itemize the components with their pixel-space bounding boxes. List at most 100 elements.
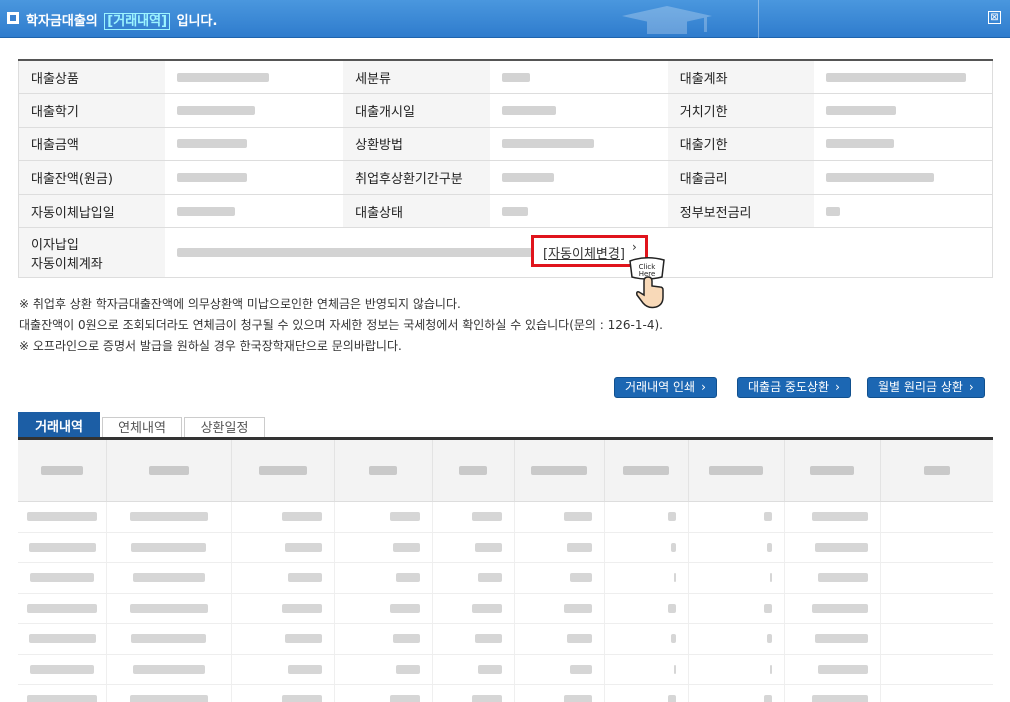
value-repayment-method bbox=[489, 127, 668, 162]
tab-overdue-history[interactable]: 연체내역 bbox=[102, 417, 182, 439]
label-post-employment-period: 취업후상환기간구분 bbox=[343, 160, 490, 195]
table-cell bbox=[432, 563, 514, 593]
table-cell bbox=[880, 533, 993, 563]
table-cell bbox=[231, 624, 334, 654]
table-cell bbox=[604, 594, 688, 624]
table-header-cell bbox=[604, 440, 688, 501]
table-header-cell bbox=[231, 440, 334, 501]
print-history-button[interactable]: 거래내역 인쇄 › bbox=[614, 377, 717, 398]
value-interest-rate bbox=[814, 160, 993, 195]
table-cell bbox=[231, 533, 334, 563]
titlebar-separator bbox=[758, 0, 759, 38]
table-row bbox=[18, 563, 993, 594]
table-cell bbox=[231, 563, 334, 593]
label-loan-amount: 대출금액 bbox=[18, 127, 166, 162]
table-cell bbox=[514, 685, 604, 702]
label-loan-account: 대출계좌 bbox=[667, 60, 815, 95]
table-cell bbox=[784, 594, 880, 624]
table-cell bbox=[432, 502, 514, 532]
table-cell bbox=[880, 624, 993, 654]
label-loan-status: 대출상태 bbox=[343, 194, 490, 229]
table-header-cell bbox=[784, 440, 880, 501]
window-title: 학자금대출의 [거래내역] 입니다. bbox=[26, 10, 217, 30]
label-loan-start-date: 대출개시일 bbox=[343, 93, 490, 128]
prepayment-button[interactable]: 대출금 중도상환 › bbox=[737, 377, 851, 398]
value-loan-start-date bbox=[489, 93, 668, 128]
chevron-right-icon: › bbox=[701, 380, 706, 394]
table-cell bbox=[688, 685, 784, 702]
table-cell bbox=[784, 685, 880, 702]
auto-transfer-change-label: [자동이체변경] bbox=[543, 247, 625, 262]
value-loan-term bbox=[814, 127, 993, 162]
close-icon[interactable]: ⊠ bbox=[988, 11, 1001, 24]
table-header-cell bbox=[688, 440, 784, 501]
window-titlebar: 학자금대출의 [거래내역] 입니다. ⊠ bbox=[0, 0, 1010, 38]
monthly-repayment-label: 월별 원리금 상환 bbox=[878, 380, 963, 394]
note-line: ※ 취업후 상환 학자금대출잔액에 의무상환액 미납으로인한 연체금은 반영되지… bbox=[19, 297, 461, 311]
table-cell bbox=[514, 655, 604, 685]
table-cell bbox=[106, 563, 231, 593]
table-cell bbox=[18, 533, 106, 563]
value-loan-balance bbox=[165, 160, 344, 195]
table-cell bbox=[231, 594, 334, 624]
value-loan-status bbox=[489, 194, 668, 229]
monthly-repayment-button[interactable]: 월별 원리금 상환 › bbox=[867, 377, 985, 398]
table-cell bbox=[106, 624, 231, 654]
chevron-right-icon: › bbox=[835, 380, 840, 394]
table-cell bbox=[784, 655, 880, 685]
transaction-table bbox=[18, 440, 993, 702]
table-cell bbox=[514, 594, 604, 624]
table-header-cell bbox=[880, 440, 993, 501]
table-cell bbox=[334, 655, 432, 685]
table-row bbox=[18, 654, 993, 685]
label-grace-period: 거치기한 bbox=[667, 93, 815, 128]
table-cell bbox=[18, 502, 106, 532]
value-loan-product bbox=[165, 60, 344, 95]
table-cell bbox=[604, 624, 688, 654]
table-cell bbox=[514, 563, 604, 593]
table-cell bbox=[880, 594, 993, 624]
table-cell bbox=[334, 594, 432, 624]
table-cell bbox=[784, 563, 880, 593]
chevron-right-icon: › bbox=[968, 380, 974, 394]
table-row bbox=[18, 532, 993, 563]
table-cell bbox=[18, 685, 106, 702]
table-cell bbox=[514, 624, 604, 654]
value-loan-semester bbox=[165, 93, 344, 128]
table-cell bbox=[604, 685, 688, 702]
label-interest-auto-transfer-account: 이자납입 자동이체계좌 bbox=[18, 227, 166, 279]
table-header-cell bbox=[106, 440, 231, 501]
table-cell bbox=[880, 502, 993, 532]
table-row bbox=[18, 624, 993, 655]
table-cell bbox=[688, 502, 784, 532]
table-cell bbox=[432, 594, 514, 624]
value-government-rate bbox=[814, 194, 993, 229]
table-header-cell bbox=[432, 440, 514, 501]
table-cell bbox=[514, 533, 604, 563]
value-post-employment-period bbox=[489, 160, 668, 195]
loan-info-table: 대출상품 세분류 대출계좌 대출학기 대출개시일 거치기한 대출금액 상환방법 … bbox=[18, 59, 993, 279]
table-cell bbox=[784, 624, 880, 654]
value-loan-amount bbox=[165, 127, 344, 162]
table-cell bbox=[334, 502, 432, 532]
tab-transaction-history[interactable]: 거래내역 bbox=[18, 412, 100, 439]
tab-repayment-schedule[interactable]: 상환일정 bbox=[184, 417, 265, 439]
table-cell bbox=[432, 533, 514, 563]
table-cell bbox=[432, 624, 514, 654]
table-cell bbox=[334, 533, 432, 563]
table-cell bbox=[880, 655, 993, 685]
label-line-1: 이자납입 bbox=[31, 237, 79, 253]
table-cell bbox=[604, 655, 688, 685]
table-cell bbox=[18, 594, 106, 624]
table-header-cell bbox=[334, 440, 432, 501]
table-cell bbox=[334, 563, 432, 593]
table-cell bbox=[18, 624, 106, 654]
label-interest-rate: 대출금리 bbox=[667, 160, 815, 195]
label-auto-transfer-date: 자동이체납입일 bbox=[18, 194, 166, 229]
label-loan-semester: 대출학기 bbox=[18, 93, 166, 128]
table-row bbox=[18, 593, 993, 624]
table-cell bbox=[688, 594, 784, 624]
value-loan-account bbox=[814, 60, 993, 95]
table-header bbox=[18, 440, 993, 502]
label-government-rate: 정부보전금리 bbox=[667, 194, 815, 229]
